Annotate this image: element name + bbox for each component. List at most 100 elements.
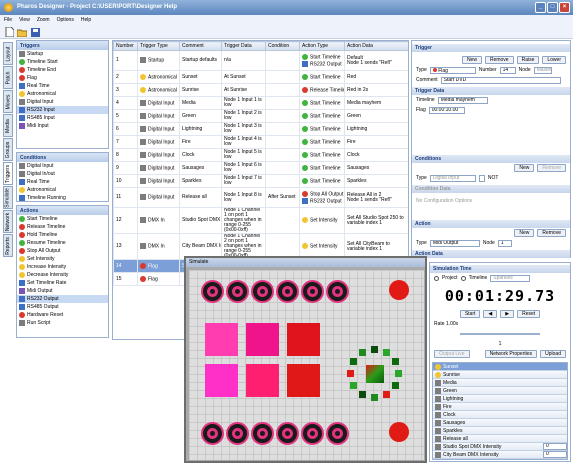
fixture-disc[interactable] (226, 422, 249, 445)
output-live-button[interactable]: Output Live (434, 350, 470, 358)
fixture-ring-segment[interactable] (371, 394, 378, 401)
tab-reports[interactable]: Reports (3, 234, 13, 257)
simulation-trigger-item[interactable]: Release all (433, 435, 567, 443)
trigger-new-button[interactable]: New (461, 56, 482, 64)
palette-item[interactable]: Digital Input (17, 162, 108, 170)
palette-item[interactable]: Timeline Start (17, 58, 108, 66)
table-row[interactable]: 1 Startup Startup defaults n/a Start Timelin… (113, 50, 408, 71)
fixture-square[interactable] (287, 323, 320, 356)
fixture-disc[interactable] (276, 422, 299, 445)
number-field[interactable]: 14 (499, 66, 516, 74)
palette-item[interactable]: Hardware Reset (17, 311, 108, 319)
column-header[interactable]: Trigger Type (137, 41, 180, 51)
menu-zoom[interactable]: Zoom (37, 17, 50, 23)
save-icon[interactable] (30, 27, 40, 37)
tab-network[interactable]: Network (3, 210, 13, 233)
palette-item[interactable]: Hold Timeline (17, 231, 108, 239)
forward-button[interactable]: ▶ (500, 310, 515, 318)
maximize-button[interactable]: □ (547, 2, 558, 13)
table-row[interactable]: 8 Digital Input Clock Node 1 Input 5 is low… (113, 148, 408, 162)
minimize-button[interactable]: _ (535, 2, 546, 13)
palette-item[interactable]: Startup (17, 50, 108, 58)
palette-item[interactable]: Stop All Output (17, 247, 108, 255)
flag-time-field[interactable]: 00:00:10.00 (428, 106, 465, 114)
rewind-button[interactable]: ◀ (483, 310, 498, 318)
fixture-ring-segment[interactable] (371, 346, 378, 353)
upload-button[interactable]: Upload (540, 350, 566, 358)
dmx-value-field[interactable]: 0 (543, 451, 567, 458)
tab-triggers[interactable]: Triggers (3, 162, 13, 185)
column-header[interactable]: Number (113, 41, 138, 51)
palette-item[interactable]: Digital In/out (17, 170, 108, 178)
column-header[interactable]: Condition (265, 41, 300, 51)
table-row[interactable]: 2 Astronomical Sunset At Sunset Start Timeli… (113, 70, 408, 84)
network-properties-button[interactable]: Network Properties (484, 350, 538, 358)
table-row[interactable]: 11 Digital Input Release all Node 1 Input 8… (113, 187, 408, 208)
fixture-square[interactable] (246, 364, 279, 397)
condition-new-button[interactable]: New (514, 164, 535, 172)
tab-simulate[interactable]: Simulate (3, 186, 13, 209)
condition-type-select[interactable]: Digital Input (429, 174, 476, 182)
table-row[interactable]: 5 Digital Input Green Node 1 Input 2 is low… (113, 109, 408, 123)
palette-item[interactable]: Flag (17, 74, 108, 82)
fixture-ring-segment[interactable] (391, 358, 399, 365)
fixture-disc[interactable] (326, 280, 349, 303)
palette-item[interactable]: Digital Input (17, 98, 108, 106)
simulation-trigger-item[interactable]: Media (433, 379, 567, 387)
palette-item[interactable]: RS485 Output (17, 303, 108, 311)
menu-help[interactable]: Help (81, 17, 91, 23)
simulation-trigger-item[interactable]: Clock (433, 411, 567, 419)
fixture-disc[interactable] (226, 280, 249, 303)
simulation-trigger-item[interactable]: Green (433, 387, 567, 395)
fixture-disc[interactable] (201, 422, 224, 445)
timeline-select[interactable]: Media mayhem (437, 96, 488, 104)
fixture-square[interactable] (205, 323, 238, 356)
palette-item[interactable]: RS232 Input (17, 106, 108, 114)
fixture-disc[interactable] (326, 422, 349, 445)
fixture-disc[interactable] (276, 280, 299, 303)
menu-view[interactable]: View (19, 17, 30, 23)
action-node-field[interactable]: 1 (497, 239, 512, 247)
fixture-square[interactable] (246, 323, 279, 356)
simulation-trigger-item[interactable]: Sparkles (433, 427, 567, 435)
simulation-trigger-item[interactable]: Lightning (433, 395, 567, 403)
fixture-disc[interactable] (301, 422, 324, 445)
palette-item[interactable]: Astronomical (17, 186, 108, 194)
fixture-disc[interactable] (201, 280, 224, 303)
fixture-ring-segment[interactable] (383, 349, 390, 357)
column-header[interactable]: Trigger Data (221, 41, 266, 51)
table-row[interactable]: 7 Digital Input Fire Node 1 Input 4 is low S… (113, 135, 408, 149)
menu-options[interactable]: Options (57, 17, 74, 23)
palette-item[interactable]: Midi Output (17, 287, 108, 295)
trigger-remove-button[interactable]: Remove (484, 56, 514, 64)
action-remove-button[interactable]: Remove (537, 229, 566, 237)
fixture-disc[interactable] (251, 280, 274, 303)
fixture-red-top[interactable] (389, 280, 409, 300)
rate-slider[interactable] (460, 333, 540, 335)
palette-item[interactable]: Increase Intensity (17, 263, 108, 271)
fixture-ring-segment[interactable] (359, 390, 366, 398)
trigger-raise-button[interactable]: Raise (516, 56, 540, 64)
trigger-lower-button[interactable]: Lower (542, 56, 566, 64)
dmx-value-field[interactable]: 0 (543, 443, 567, 450)
simulation-trigger-item[interactable]: City Beam DMX Intensity 0 (433, 451, 567, 459)
palette-item[interactable]: Midi Input (17, 122, 108, 130)
close-button[interactable]: × (559, 2, 570, 13)
tab-moves[interactable]: Moves (3, 90, 13, 113)
start-button[interactable]: Start (459, 310, 481, 318)
table-row[interactable]: 6 Digital Input Lightning Node 1 Input 3 is… (113, 122, 408, 136)
fixture-square[interactable] (287, 364, 320, 397)
table-row[interactable]: 9 Digital Input Sausages Node 1 Input 6 is … (113, 161, 408, 175)
table-row[interactable]: 10 Digital Input Sparkles Node 1 Input 7 is… (113, 174, 408, 188)
fixture-ring-segment[interactable] (395, 370, 402, 377)
simulation-trigger-item[interactable]: Fire (433, 403, 567, 411)
table-row[interactable]: 3 Astronomical Sunrise At Sunrise Release Ti… (113, 83, 408, 97)
trigger-type-select[interactable]: Flag (429, 66, 476, 74)
fixture-red-bottom[interactable] (389, 422, 409, 442)
project-radio[interactable] (434, 275, 439, 281)
column-header[interactable]: Action Data (344, 41, 408, 51)
simulation-trigger-item[interactable]: Sunrise (433, 371, 567, 379)
column-header[interactable]: Action Type (299, 41, 345, 51)
fixture-ring-segment[interactable] (350, 382, 358, 389)
palette-item[interactable]: Real Time (17, 178, 108, 186)
